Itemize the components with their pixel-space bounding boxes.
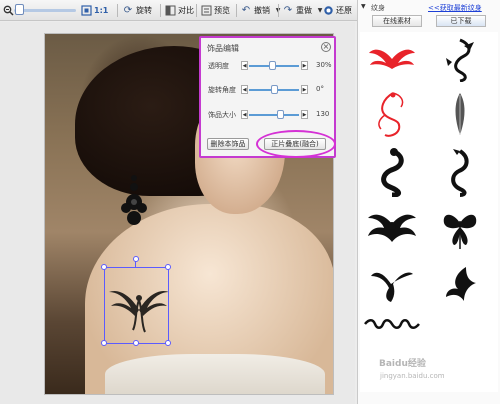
rotation-value: 0°: [316, 85, 324, 93]
tribal-band-tattoo-icon: [364, 319, 420, 329]
resize-handle[interactable]: [101, 340, 107, 346]
rotate-icon: ⟳: [123, 5, 133, 16]
rotate-button[interactable]: ⟳ 旋转: [122, 3, 152, 18]
separator: [160, 4, 161, 17]
restore-button[interactable]: 还原: [322, 3, 352, 18]
sidebar-title: 纹身: [371, 4, 385, 12]
tattoo-item[interactable]: [430, 146, 490, 198]
increase-opacity-button[interactable]: ▶: [301, 61, 308, 70]
rotation-slider-knob[interactable]: [271, 85, 278, 94]
tattoo-item[interactable]: [430, 88, 490, 140]
zoom-out-button[interactable]: [2, 3, 14, 18]
panel-title: 饰品编辑: [207, 44, 239, 53]
serpent-dragon-tattoo-icon: [451, 149, 469, 197]
opacity-row: 透明度 ◀ ▶ 30%: [205, 60, 333, 72]
tattoo-item[interactable]: [362, 88, 422, 140]
restore-icon: [322, 5, 334, 17]
opacity-label: 透明度: [208, 62, 229, 70]
fit-button[interactable]: 1:1: [80, 3, 108, 18]
decrease-rotation-button[interactable]: ◀: [241, 85, 248, 94]
preview-icon: [200, 5, 212, 17]
watermark-url: jingyan.baidu.com: [380, 372, 445, 380]
compare-label: 对比: [178, 6, 194, 15]
decrease-opacity-button[interactable]: ◀: [241, 61, 248, 70]
tattoo-item[interactable]: [362, 314, 422, 334]
tattoo-item[interactable]: [362, 258, 422, 310]
size-slider[interactable]: [249, 114, 299, 116]
resize-handle[interactable]: [165, 264, 171, 270]
redo-icon: ↷: [283, 5, 293, 16]
opacity-slider-knob[interactable]: [269, 61, 276, 70]
separator: [278, 4, 279, 17]
separator: [236, 4, 237, 17]
tab-online-materials[interactable]: 在线素材: [372, 15, 422, 27]
tattoo-selection-box[interactable]: [101, 256, 171, 346]
tattoo-grid: [360, 32, 498, 392]
zoom-label: 1:1: [94, 6, 109, 15]
red-phoenix-tattoo-icon: [378, 92, 404, 137]
compare-icon: [164, 5, 176, 17]
size-slider-knob[interactable]: [277, 110, 284, 119]
earring-icon: [121, 175, 147, 225]
size-row: 饰品大小 ◀ ▶ 130: [205, 109, 333, 121]
resize-handle[interactable]: [133, 340, 139, 346]
black-dragon-tattoo-icon: [381, 148, 404, 197]
collapse-icon[interactable]: ▼: [361, 3, 366, 10]
separator: [117, 4, 118, 17]
feather-tattoo-icon: [455, 93, 465, 135]
red-wings-tattoo-icon: [369, 49, 415, 69]
tribal-wings-tattoo-icon: [368, 214, 416, 242]
dragon-tattoo-icon: [446, 38, 474, 82]
swallow-tattoo-icon: [371, 272, 413, 302]
butterfly-tattoo-icon: [443, 214, 477, 249]
tattoo-item[interactable]: [362, 202, 422, 254]
tattoo-item[interactable]: [430, 202, 490, 254]
wing-swirl-tattoo-icon: [446, 267, 476, 301]
preview-button[interactable]: 预览: [200, 3, 230, 18]
zoom-slider-knob[interactable]: [15, 4, 24, 15]
compare-button[interactable]: 对比: [164, 3, 194, 18]
highlight-oval: [256, 130, 336, 158]
tattoo-item[interactable]: [430, 34, 490, 86]
restore-label: 还原: [336, 6, 352, 15]
preview-label: 预览: [214, 6, 230, 15]
separator: [196, 4, 197, 17]
close-icon[interactable]: ×: [321, 42, 331, 52]
opacity-value: 30%: [316, 61, 332, 69]
fit-icon: [80, 5, 92, 17]
delete-ornament-button[interactable]: 删除本饰品: [207, 138, 249, 150]
rotate-handle[interactable]: [133, 256, 139, 262]
redo-label: 重做: [296, 6, 312, 15]
size-value: 130: [316, 110, 330, 118]
rotate-label: 旋转: [136, 6, 152, 15]
rotation-label: 旋转角度: [208, 86, 236, 94]
get-latest-tattoo-link[interactable]: <<获取最新纹身: [428, 3, 482, 13]
undo-icon: ↶: [241, 5, 251, 16]
tattoo-item[interactable]: [430, 258, 490, 310]
undo-label: 撤销: [254, 6, 270, 15]
increase-size-button[interactable]: ▶: [301, 110, 308, 119]
resize-handle[interactable]: [101, 264, 107, 270]
sidebar-header: ▼ 纹身 <<获取最新纹身: [358, 0, 500, 15]
tab-downloaded[interactable]: 已下载: [436, 15, 486, 27]
decrease-size-button[interactable]: ◀: [241, 110, 248, 119]
increase-rotation-button[interactable]: ▶: [301, 85, 308, 94]
tattoo-sidebar: ▼ 纹身 <<获取最新纹身 在线素材 已下载: [357, 0, 500, 404]
rotate-handle-stem: [135, 261, 136, 268]
photo-dress: [105, 354, 325, 394]
tattoo-item[interactable]: [362, 146, 422, 198]
zoom-out-icon: [2, 5, 14, 17]
rotation-row: 旋转角度 ◀ ▶ 0°: [205, 84, 333, 96]
resize-handle[interactable]: [165, 340, 171, 346]
watermark-logo: Baidu经验: [379, 359, 426, 369]
redo-button[interactable]: ↷ 重做 ▼: [282, 3, 326, 18]
size-label: 饰品大小: [208, 111, 236, 119]
tattoo-item[interactable]: [362, 34, 422, 86]
